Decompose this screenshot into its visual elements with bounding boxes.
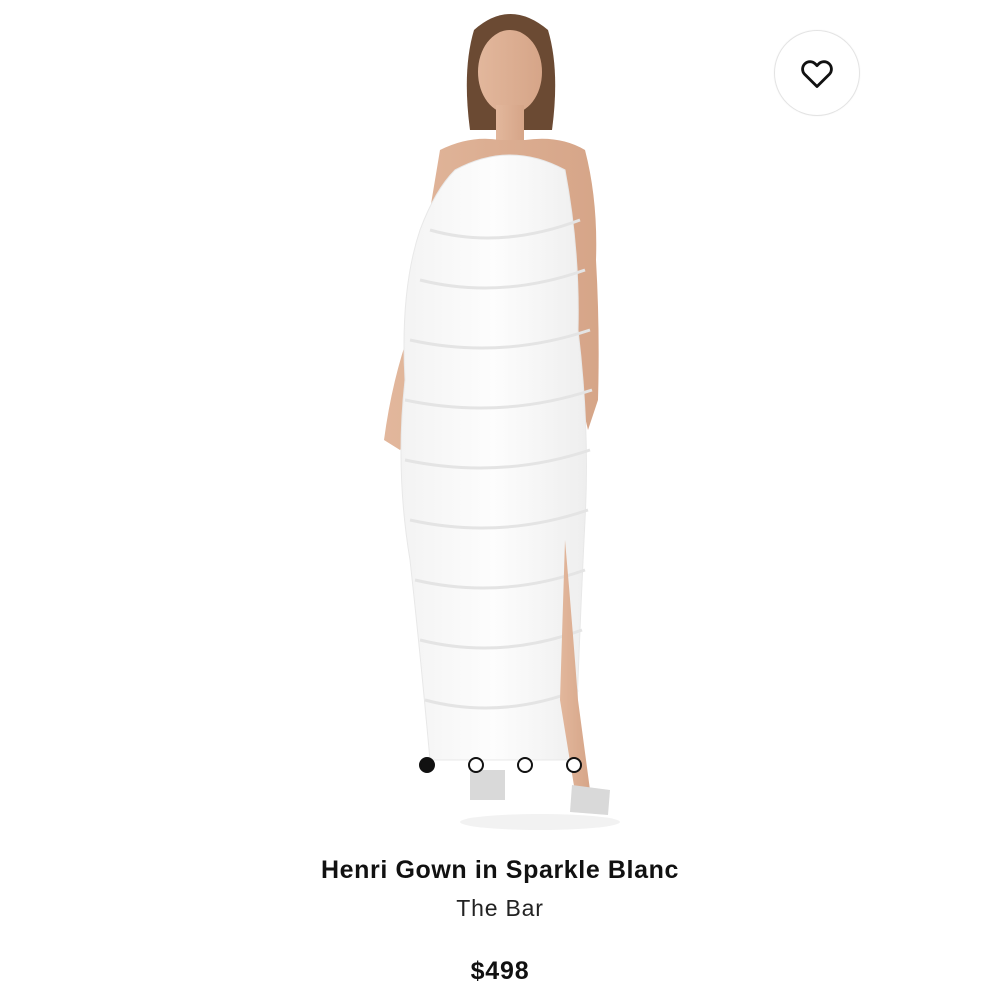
heart-icon xyxy=(801,60,833,88)
product-image[interactable] xyxy=(0,0,1000,840)
image-carousel-indicator xyxy=(0,756,1000,774)
product-price: $498 xyxy=(470,957,530,985)
product-card: Henri Gown in Sparkle Blanc The Bar $498 xyxy=(0,0,1000,1000)
carousel-dot-3[interactable] xyxy=(516,757,533,773)
carousel-dot-1[interactable] xyxy=(418,757,435,773)
product-info: Henri Gown in Sparkle Blanc The Bar $498 xyxy=(0,852,1000,988)
product-title[interactable]: Henri Gown in Sparkle Blanc xyxy=(0,852,1000,888)
carousel-dot-4[interactable] xyxy=(565,757,582,773)
product-brand[interactable]: The Bar xyxy=(0,892,1000,924)
carousel-dot-2[interactable] xyxy=(467,757,484,773)
wishlist-button[interactable] xyxy=(774,30,860,116)
